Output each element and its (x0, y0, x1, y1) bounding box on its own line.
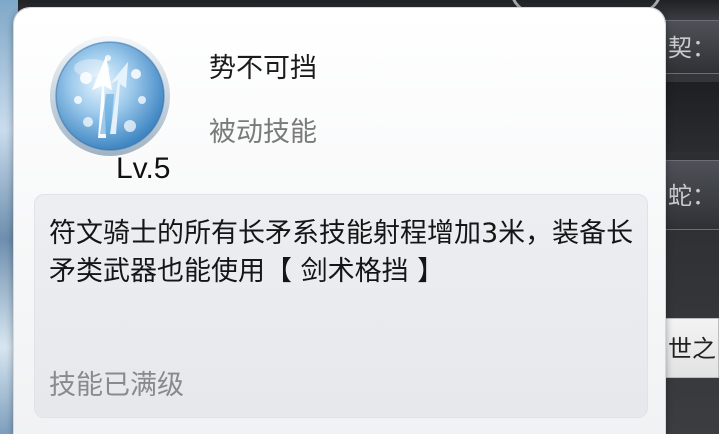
skill-icon-container: Lv.5 (48, 34, 172, 184)
background-row-label: 契： (668, 34, 716, 62)
rune-spear-skill-icon (50, 36, 170, 156)
skill-name: 势不可挡 (209, 53, 317, 84)
background-row-1[interactable]: 契： (659, 20, 719, 74)
skill-type: 被动技能 (209, 117, 317, 148)
skill-description: 符文骑士的所有长矛系技能射程增加3米，装备长矛类武器也能使用【 剑术格挡 】 (49, 218, 634, 287)
skill-description-box: 符文骑士的所有长矛系技能射程增加3米，装备长矛类武器也能使用【 剑术格挡 】 技… (34, 194, 648, 418)
background-row-2[interactable]: 蛇： (659, 160, 719, 230)
skill-status: 技能已满级 (49, 370, 184, 401)
background-row-label: 蛇： (668, 182, 716, 210)
skill-level: Lv.5 (116, 152, 171, 185)
background-dark-strip (663, 82, 719, 152)
skill-tooltip-panel: Lv.5 势不可挡 被动技能 符文骑士的所有长矛系技能射程增加3米，装备长矛类武… (14, 8, 665, 434)
background-row-label: 世之 (668, 335, 716, 363)
background-row-3[interactable]: 世之 (659, 318, 719, 378)
